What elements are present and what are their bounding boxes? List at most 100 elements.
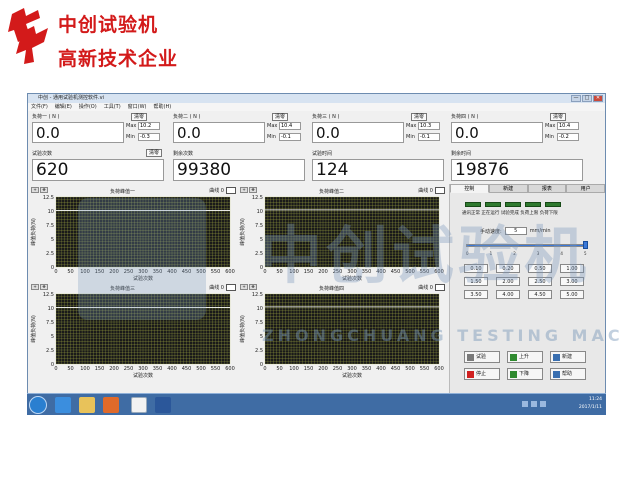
load-label: 负荷二 ( N ) (173, 114, 201, 120)
menu-edit[interactable]: 编辑(E) (55, 103, 72, 111)
tray-icon[interactable] (522, 401, 528, 407)
x-tick-label: 200 (109, 366, 119, 372)
x-tick-label: 350 (362, 366, 372, 372)
down-arrow-button[interactable]: 下降 (507, 368, 543, 380)
x-tick-label: 150 (304, 366, 314, 372)
button-label: 停止 (476, 370, 487, 377)
y-tick-label: 10 (257, 306, 263, 312)
stop-button[interactable]: 停止 (464, 368, 500, 380)
media-player-icon[interactable] (103, 397, 119, 413)
x-tick-label: 450 (391, 366, 401, 372)
tab-report[interactable]: 报表 (527, 184, 567, 193)
company-logo (8, 8, 48, 64)
clear-count-button[interactable]: 清零 (146, 149, 163, 157)
load-label: 负荷一 ( N ) (32, 114, 60, 120)
menu-bar: 文件(F) 编辑(E) 操作(O) 工具(T) 窗口(W) 帮助(H) (28, 103, 605, 111)
menu-file[interactable]: 文件(F) (31, 103, 48, 111)
zoom-tool-icon[interactable]: + (31, 187, 39, 193)
pan-tool-icon[interactable]: ✥ (40, 284, 48, 290)
y-tick-label: 2.5 (46, 348, 54, 354)
close-button[interactable]: ✕ (593, 95, 603, 102)
menu-tools[interactable]: 工具(T) (104, 103, 121, 111)
new-icon (553, 353, 560, 361)
load-panel-4: 负荷四 ( N ) 清零 0.0 Max 10.4 Min -0.2 (449, 112, 583, 145)
button-label: 新建 (562, 353, 573, 360)
chart-title: 负荷峰值一 (110, 189, 136, 195)
menu-operate[interactable]: 操作(O) (79, 103, 97, 111)
x-tick-label: 600 (225, 366, 235, 372)
max-label: Max (267, 123, 278, 129)
x-axis-label: 试验次数 (133, 372, 153, 379)
max-label: Max (545, 123, 556, 129)
x-tick-label: 550 (211, 366, 221, 372)
tray-icon[interactable] (540, 401, 546, 407)
zoom-tool-icon[interactable]: + (31, 284, 39, 290)
pan-tool-icon[interactable]: ✥ (249, 187, 257, 193)
button-label: 帮助 (562, 370, 573, 377)
min-value: -0.1 (418, 133, 440, 141)
tab-user[interactable]: 用户 (566, 184, 605, 193)
x-tick-label: 250 (124, 366, 134, 372)
clear-button[interactable]: 清零 (411, 113, 428, 121)
count-panel-test-time: 试验时间 124 (310, 149, 444, 182)
x-tick-label: 100 (80, 366, 90, 372)
x-tick-label: 400 (376, 366, 386, 372)
browser-icon[interactable] (55, 397, 71, 413)
start-button[interactable] (29, 396, 47, 414)
load-value: 0.0 (312, 122, 404, 143)
clock[interactable]: 11:24 2017/1/11 (579, 396, 602, 412)
watermark-logo (78, 198, 206, 320)
y-tick-label: 5 (51, 237, 54, 243)
x-axis-label: 试验次数 (342, 372, 362, 379)
legend-plot-icon[interactable] (226, 284, 236, 291)
count-value: 19876 (451, 159, 583, 181)
x-tick-label: 200 (318, 366, 328, 372)
maximize-button[interactable]: □ (582, 95, 592, 102)
word-icon[interactable] (155, 397, 171, 413)
y-axis-label: 峰值负荷(N) (239, 218, 246, 246)
y-axis-label: 峰值负荷(N) (239, 315, 246, 343)
y-tick-label: 10 (48, 306, 54, 312)
legend-plot-icon[interactable] (435, 187, 445, 194)
legend-label: 曲线 0 (418, 188, 433, 194)
new-button[interactable]: 新建 (550, 351, 586, 363)
clear-button[interactable]: 清零 (272, 113, 289, 121)
tab-new[interactable]: 新建 (488, 184, 528, 193)
y-tick-label: 0 (260, 362, 263, 368)
zoom-tool-icon[interactable]: + (240, 284, 248, 290)
y-tick-label: 10 (48, 209, 54, 215)
x-tick-label: 100 (289, 366, 299, 372)
y-axis-label: 峰值负荷(N) (30, 218, 37, 246)
clear-button[interactable]: 清零 (550, 113, 567, 121)
menu-help[interactable]: 帮助(H) (154, 103, 172, 111)
play-button[interactable]: 试验 (464, 351, 500, 363)
max-value: 10.2 (138, 122, 160, 130)
x-tick-label: 500 (196, 366, 206, 372)
folder-icon[interactable] (79, 397, 95, 413)
y-tick-label: 7.5 (46, 223, 54, 229)
x-tick-label: 0 (54, 366, 57, 372)
pan-tool-icon[interactable]: ✥ (40, 187, 48, 193)
count-panel-remaining: 剩余次数 99380 (171, 149, 305, 182)
y-axis-label: 峰值负荷(N) (30, 315, 37, 343)
up-arrow-button[interactable]: 上升 (507, 351, 543, 363)
x-tick-label: 50 (276, 366, 282, 372)
pan-tool-icon[interactable]: ✥ (249, 284, 257, 290)
help-button[interactable]: 帮助 (550, 368, 586, 380)
menu-window[interactable]: 窗口(W) (128, 103, 147, 111)
testing-app-icon[interactable] (131, 397, 147, 413)
x-tick-label: 50 (67, 366, 73, 372)
tray-icon[interactable] (531, 401, 537, 407)
tab-control[interactable]: 控制 (450, 184, 489, 193)
max-value: 10.4 (557, 122, 579, 130)
max-label: Max (406, 123, 417, 129)
clear-button[interactable]: 清零 (131, 113, 148, 121)
zoom-tool-icon[interactable]: + (240, 187, 248, 193)
minimize-button[interactable]: — (571, 95, 581, 102)
load-panel-1: 负荷一 ( N ) 清零 0.0 Max 10.2 Min -0.3 (30, 112, 164, 145)
x-tick-label: 50 (67, 269, 73, 275)
count-value: 620 (32, 159, 164, 181)
y-tick-label: 7.5 (255, 320, 263, 326)
legend-plot-icon[interactable] (226, 187, 236, 194)
min-label: Min (267, 134, 276, 140)
